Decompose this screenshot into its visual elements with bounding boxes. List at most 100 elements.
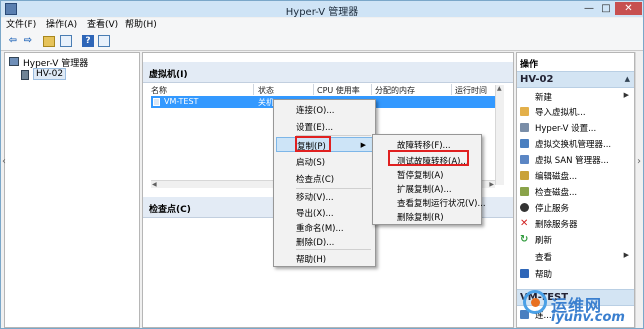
ctx-label: 检查点(C) [296,175,335,185]
actions-group-hv02[interactable]: HV-02 ▲ [517,71,634,88]
sub-item-pause-replication[interactable]: 暂停复制(A) [375,167,479,182]
left-edge-arrow-icon: ‹ [2,156,6,167]
action-help[interactable]: 帮助 [517,267,634,280]
refresh-icon: ↻ [520,234,529,245]
actions-pane-scrollbar[interactable] [635,52,643,328]
action-label: 导入虚拟机... [535,108,586,118]
col-header-state[interactable]: 状态 [258,85,274,96]
action-edit-disk[interactable]: 编辑磁盘... [517,169,634,182]
col-header-name[interactable]: 名称 [151,85,167,96]
action-hyperv-settings[interactable]: Hyper-V 设置... [517,121,634,134]
highlight-box-replication [295,136,331,152]
action-view[interactable]: 查看 ▶ [517,250,634,263]
ctx-label: 启动(S) [296,158,326,168]
ctx-label: 帮助(H) [296,255,327,265]
virtual-san-icon [520,155,529,164]
highlight-box-test-failover [388,150,469,166]
vm-icon [153,98,160,106]
col-header-cpu[interactable]: CPU 使用率 [317,85,360,96]
col-separator [313,84,314,95]
tree-node-hv02[interactable]: HV-02 [33,68,67,80]
action-refresh[interactable]: ↻ 刷新 [517,233,634,247]
back-arrow-icon[interactable]: ⇦ [6,34,20,48]
col-header-memory[interactable]: 分配的内存 [375,85,415,96]
vm-state: 关机 [258,98,274,107]
ctx-item-export[interactable]: 导出(X)... [276,205,373,220]
action-label: 检查磁盘... [535,188,578,198]
vm-context-menu: 连接(O)... 设置(E)... 复制(P) ▶ 启动(S) 检查点(C) 移… [273,99,376,267]
help-icon[interactable]: ? [82,35,94,47]
maximize-icon[interactable]: □ [598,2,614,15]
actions-title: 操作 [520,60,539,70]
action-inspect-disk[interactable]: 检查磁盘... [517,185,634,198]
menu-file[interactable]: 文件(F) [6,19,36,31]
menu-action[interactable]: 操作(A) [46,19,77,31]
ctx-label: 导出(X)... [296,209,334,219]
ctx-item-help[interactable]: 帮助(H) [276,251,373,266]
vm-section-title: 虚拟机(I) [149,70,188,80]
vm-section-header: 虚拟机(I) [143,62,513,83]
help-icon [520,269,529,278]
collapse-icon[interactable]: ▲ [625,75,630,83]
action-virtual-switch-manager[interactable]: 虚拟交换机管理器... [517,137,634,150]
action-label: 刷新 [535,236,553,246]
title-bar[interactable]: Hyper-V 管理器 — □ ✕ [1,1,643,18]
actions-pane: 操作 HV-02 ▲ 新建 ▶ 导入虚拟机... Hyper-V 设置... 虚… [516,52,635,328]
sub-item-remove-replication[interactable]: 删除复制(R) [375,209,479,224]
virtual-switch-icon [520,139,529,148]
ctx-item-move[interactable]: 移动(V)... [276,189,373,204]
checkpoint-section-title: 检查点(C) [149,205,191,215]
action-label: 虚拟 SAN 管理器... [535,156,609,166]
vm-list-vertical-scrollbar[interactable]: ▲ [495,85,504,185]
toolbar: ⇦ ⇨ ? [1,32,643,51]
ctx-item-connect[interactable]: 连接(O)... [276,102,373,117]
show-hide-tree-icon[interactable] [60,35,72,47]
menu-bar: 文件(F) 操作(A) 查看(V) 帮助(H) [1,18,643,32]
folder-up-icon[interactable] [43,36,55,47]
action-stop-service[interactable]: 停止服务 [517,201,634,214]
col-separator [371,84,372,95]
action-virtual-san-manager[interactable]: 虚拟 SAN 管理器... [517,153,634,166]
col-separator [451,84,452,95]
show-hide-action-pane-icon[interactable] [98,35,110,47]
action-remove-server[interactable]: ✕ 删除服务器 [517,217,634,231]
action-new[interactable]: 新建 ▶ [517,90,634,103]
scroll-right-icon[interactable]: ▶ [489,181,494,189]
submenu-arrow-icon: ▶ [360,141,366,149]
scroll-left-icon[interactable]: ◀ [152,181,157,189]
stop-icon [520,203,529,212]
ctx-item-rename[interactable]: 重命名(M)... [276,220,373,235]
import-vm-icon [520,107,529,116]
ctx-label: 设置(E)... [296,123,334,133]
menu-help[interactable]: 帮助(H) [125,19,157,31]
ctx-item-settings[interactable]: 设置(E)... [276,119,373,134]
sub-item-view-replication-health[interactable]: 查看复制运行状况(V)... [375,195,486,210]
sub-item-extend-replication[interactable]: 扩展复制(A)... [375,181,479,196]
ctx-label: 移动(V)... [296,193,334,203]
ctx-label: 扩展复制(A)... [397,185,452,195]
ctx-label: 删除(D)... [296,238,335,248]
close-icon[interactable]: ✕ [615,2,642,15]
menu-view[interactable]: 查看(V) [87,19,118,31]
scroll-up-icon[interactable]: ▲ [497,85,502,93]
action-label: Hyper-V 设置... [535,124,597,134]
ctx-item-checkpoint[interactable]: 检查点(C) [276,171,373,186]
forward-arrow-icon[interactable]: ⇨ [21,34,35,48]
watermark-logo-icon [523,290,547,314]
ctx-label: 查看复制运行状况(V)... [397,199,486,209]
action-label: 停止服务 [535,204,570,214]
ctx-item-start[interactable]: 启动(S) [276,154,373,169]
action-import-vm[interactable]: 导入虚拟机... [517,105,634,118]
replication-submenu: 故障转移(F)... 测试故障转移(A)... 暂停复制(A) 扩展复制(A).… [372,134,486,225]
col-header-uptime[interactable]: 运行时间 [455,85,487,96]
action-label: 帮助 [535,270,553,280]
hyperv-manager-icon [9,57,19,66]
minimize-icon[interactable]: — [581,2,597,15]
action-label: 编辑磁盘... [535,172,578,182]
hyperv-window: Hyper-V 管理器 — □ ✕ 文件(F) 操作(A) 查看(V) 帮助(H… [0,0,644,329]
submenu-arrow-icon: ▶ [623,91,629,99]
ctx-item-delete[interactable]: 删除(D)... [276,234,373,249]
submenu-arrow-icon: ▶ [623,251,629,259]
window-title: Hyper-V 管理器 [285,7,359,18]
ctx-label: 删除复制(R) [397,213,444,223]
